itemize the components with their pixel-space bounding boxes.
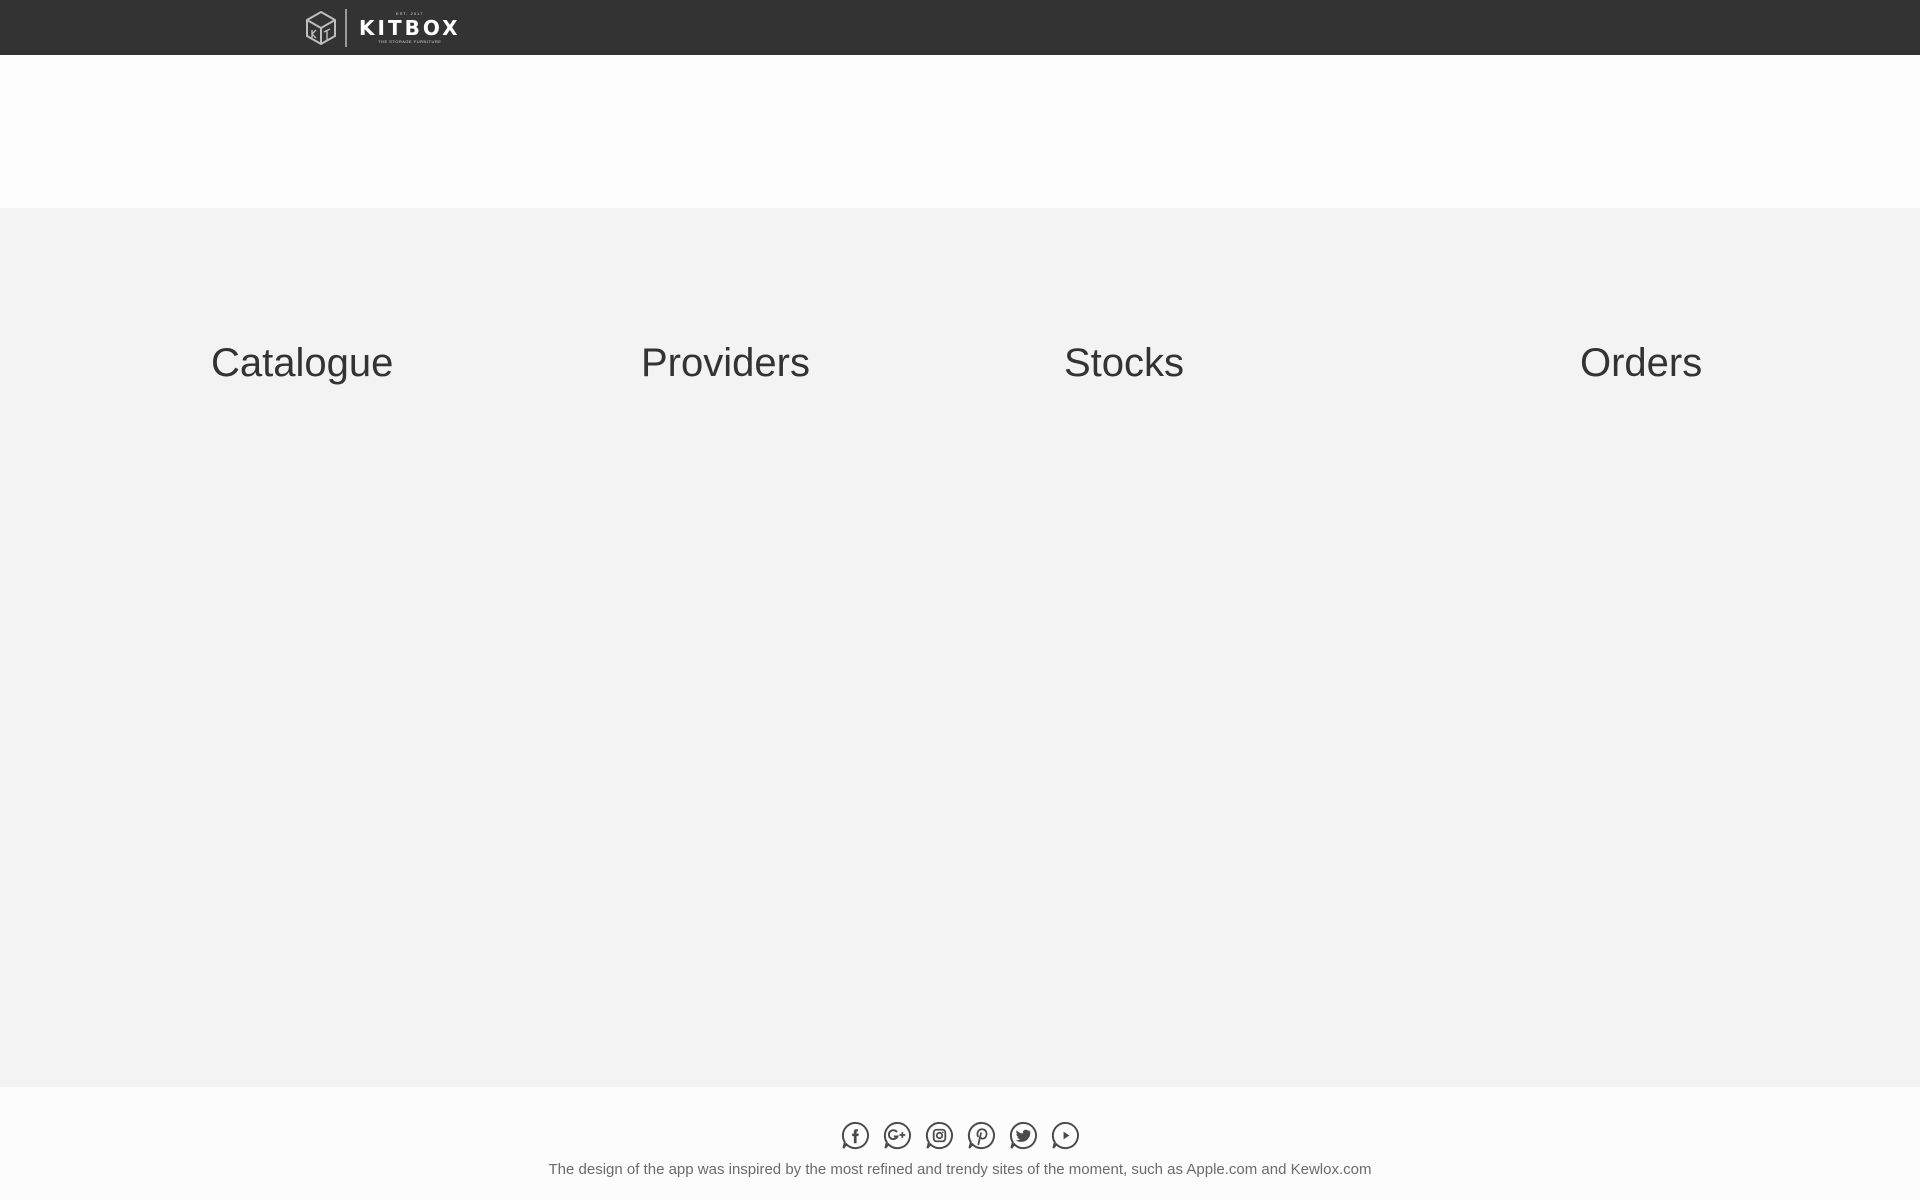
footer: The design of the app was inspired by th… bbox=[0, 1087, 1920, 1200]
section-stocks[interactable]: Stocks bbox=[1064, 343, 1184, 383]
twitter-icon[interactable] bbox=[1008, 1120, 1039, 1151]
instagram-icon[interactable] bbox=[924, 1120, 955, 1151]
footer-credits: The design of the app was inspired by th… bbox=[0, 1161, 1920, 1178]
google-plus-icon[interactable] bbox=[882, 1120, 913, 1151]
youtube-icon[interactable] bbox=[1050, 1120, 1081, 1151]
apple-link[interactable]: Apple.com bbox=[1186, 1161, 1257, 1178]
pinterest-icon[interactable] bbox=[966, 1120, 997, 1151]
logo-name: KITBOX bbox=[359, 16, 461, 40]
credits-text: The design of the app was inspired by th… bbox=[548, 1161, 1184, 1178]
cube-logo-icon bbox=[306, 10, 336, 46]
main-sections: Catalogue Providers Stocks Orders bbox=[0, 208, 1920, 1087]
social-links bbox=[0, 1120, 1920, 1151]
logo-wordmark: EST. 2017 KITBOX THE STORAGE FURNITURE bbox=[359, 12, 461, 44]
section-orders[interactable]: Orders bbox=[1580, 343, 1702, 383]
logo-divider bbox=[345, 9, 347, 47]
facebook-icon[interactable] bbox=[840, 1120, 871, 1151]
credits-and: and bbox=[1261, 1161, 1287, 1178]
kewlox-link[interactable]: Kewlox.com bbox=[1291, 1161, 1372, 1178]
hero-banner bbox=[0, 55, 1920, 208]
logo-tagline: THE STORAGE FURNITURE bbox=[378, 39, 442, 44]
kitbox-logo[interactable]: EST. 2017 KITBOX THE STORAGE FURNITURE bbox=[305, 8, 461, 48]
section-providers[interactable]: Providers bbox=[641, 343, 810, 383]
section-catalogue[interactable]: Catalogue bbox=[211, 343, 393, 383]
top-navbar: EST. 2017 KITBOX THE STORAGE FURNITURE bbox=[0, 0, 1920, 55]
